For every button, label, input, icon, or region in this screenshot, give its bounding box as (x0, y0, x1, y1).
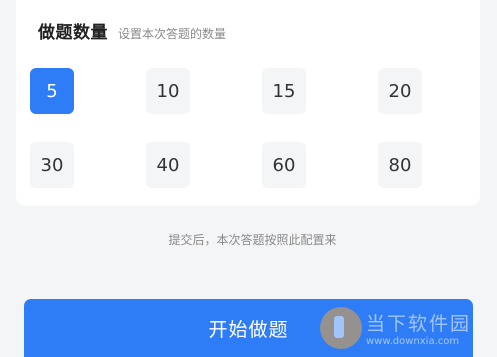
section-title: 做题数量 (38, 23, 108, 43)
downxia-logo-icon (319, 307, 362, 349)
count-option-20[interactable]: 20 (378, 68, 422, 114)
count-option-30[interactable]: 30 (30, 142, 74, 188)
question-count-card: 做题数量 设置本次答题的数量 5 10 15 20 30 40 60 80 (16, 0, 480, 206)
count-options: 5 10 15 20 30 40 60 80 (30, 68, 470, 188)
watermark-name: 当下软件园 (365, 313, 471, 335)
count-option-80[interactable]: 80 (378, 142, 422, 188)
watermark-url: www.downxia.com (365, 336, 460, 347)
count-option-5[interactable]: 5 (30, 68, 74, 114)
section-header: 做题数量 设置本次答题的数量 (38, 18, 226, 43)
count-option-15[interactable]: 15 (262, 68, 306, 114)
submit-hint: 提交后，本次答题按照此配置来 (168, 233, 337, 247)
count-option-40[interactable]: 40 (146, 142, 190, 188)
count-option-60[interactable]: 60 (262, 142, 306, 188)
watermark: 当下软件园 www.downxia.com (319, 307, 471, 349)
section-subtitle: 设置本次答题的数量 (118, 27, 227, 41)
count-option-10[interactable]: 10 (146, 68, 190, 114)
